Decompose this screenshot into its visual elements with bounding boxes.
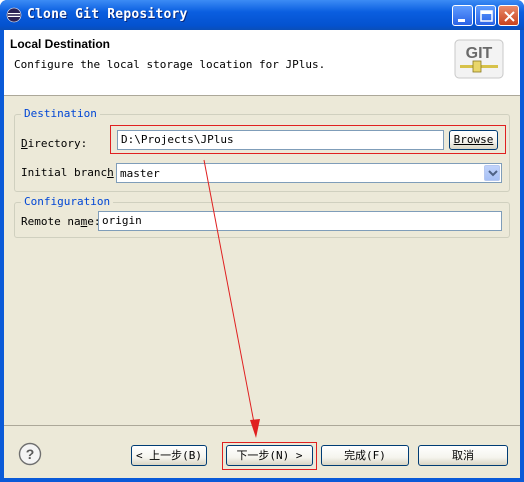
dialog-window: Clone Git Repository Local Destination C… (0, 0, 524, 482)
annotation-arrow (203, 159, 260, 438)
